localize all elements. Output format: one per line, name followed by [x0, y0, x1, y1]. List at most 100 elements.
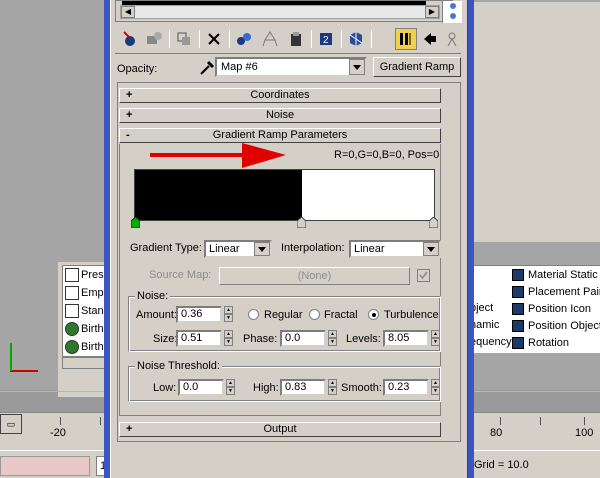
list-item[interactable]: equency	[470, 336, 512, 353]
interpolation-label: Interpolation:	[281, 242, 345, 254]
noise-rollout[interactable]: + Noise	[119, 108, 441, 123]
map-name-field[interactable]: Map #6	[215, 57, 367, 77]
assign-to-selection-button[interactable]	[173, 28, 195, 50]
go-to-parent-icon	[400, 33, 411, 45]
spin-up-icon[interactable]: ▲	[224, 306, 233, 314]
get-material-icon	[123, 31, 135, 46]
go-forward-button[interactable]	[419, 28, 441, 50]
smooth-field[interactable]: 0.23	[383, 379, 429, 396]
fractal-radio[interactable]	[309, 309, 320, 320]
x-axis-gizmo	[10, 370, 38, 372]
smooth-label: Smooth:	[341, 382, 382, 394]
spin-down-icon[interactable]: ▼	[328, 387, 337, 395]
spin-down-icon[interactable]: ▼	[224, 314, 233, 322]
expand-icon: +	[126, 423, 133, 435]
go-forward-icon	[424, 33, 436, 45]
low-field[interactable]: 0.0	[178, 379, 224, 396]
list-item[interactable]: Prese	[65, 266, 109, 284]
show-end-result-button[interactable]	[345, 28, 367, 50]
source-map-checkbox[interactable]	[417, 269, 430, 282]
expand-icon: +	[126, 89, 133, 101]
high-spinner[interactable]: ▲ ▼	[328, 379, 337, 396]
list-scrollbar[interactable]	[62, 357, 108, 369]
list-item[interactable]: Placement Paint	[512, 283, 600, 300]
scroll-right-icon[interactable]: ▶	[425, 6, 439, 18]
list-item[interactable]: Birth	[65, 320, 109, 338]
gradient-type-dropdown[interactable]: Linear	[204, 240, 272, 258]
sample-type-icon[interactable]	[446, 1, 460, 23]
high-field[interactable]: 0.83	[280, 379, 326, 396]
toolbar-separator	[199, 30, 200, 48]
source-map-button[interactable]: (None)	[219, 267, 410, 285]
list-item-label: Rotation	[528, 336, 569, 349]
coordinates-rollout[interactable]: + Coordinates	[119, 88, 441, 103]
low-spinner[interactable]: ▲ ▼	[226, 379, 235, 396]
sample-slot-scrollbar[interactable]: ◀ ▶	[120, 5, 440, 19]
checker-cube-icon	[349, 32, 363, 46]
make-unique-button[interactable]	[233, 28, 255, 50]
phase-field[interactable]: 0.0	[280, 330, 326, 347]
flag-start-icon[interactable]	[131, 217, 140, 228]
document-icon	[65, 304, 79, 318]
gradient-type-label: Gradient Type:	[130, 242, 202, 254]
rollout-title: Coordinates	[250, 89, 310, 101]
turbulence-radio[interactable]	[368, 309, 379, 320]
chevron-down-icon[interactable]	[254, 242, 270, 256]
list-item[interactable]: Position Object	[512, 317, 600, 334]
spin-down-icon[interactable]: ▼	[328, 338, 337, 346]
spin-up-icon[interactable]: ▲	[328, 379, 337, 387]
put-to-scene-button[interactable]	[143, 28, 165, 50]
levels-field[interactable]: 8.05	[383, 330, 429, 347]
output-rollout[interactable]: + Output	[119, 422, 441, 437]
show-map-button[interactable]: 2	[315, 28, 337, 50]
spin-down-icon[interactable]: ▼	[431, 387, 440, 395]
go-to-parent-button[interactable]	[395, 28, 417, 50]
get-material-button[interactable]	[119, 28, 141, 50]
document-icon	[65, 268, 79, 282]
amount-spinner[interactable]: ▲ ▼	[224, 306, 233, 323]
collapse-icon: -	[126, 129, 130, 141]
spin-up-icon[interactable]: ▲	[431, 379, 440, 387]
spin-down-icon[interactable]: ▼	[224, 338, 233, 346]
list-item[interactable]: Emp	[65, 284, 109, 302]
chevron-down-icon[interactable]	[423, 242, 439, 256]
map-type-button[interactable]: Gradient Ramp	[373, 57, 461, 77]
list-item[interactable]: Material Static	[512, 266, 598, 283]
list-item[interactable]: namic	[470, 319, 499, 336]
reset-map-button[interactable]	[203, 28, 225, 50]
flag-mid-icon[interactable]	[297, 217, 306, 228]
eyedropper-icon[interactable]	[197, 58, 217, 78]
list-item[interactable]: Position Icon	[512, 300, 591, 317]
toolbar-separator	[311, 30, 312, 48]
high-label: High:	[253, 382, 279, 394]
gradient-ramp[interactable]	[134, 169, 435, 221]
select-by-material-button[interactable]	[441, 28, 463, 50]
spin-up-icon[interactable]: ▲	[226, 379, 235, 387]
spin-down-icon[interactable]: ▼	[226, 387, 235, 395]
phase-spinner[interactable]: ▲ ▼	[328, 330, 337, 347]
document-icon	[65, 286, 79, 300]
maxscript-listener[interactable]	[0, 456, 90, 476]
spin-up-icon[interactable]: ▲	[328, 330, 337, 338]
amount-field[interactable]: 0.36	[176, 306, 222, 323]
show-map-icon: 2	[320, 33, 332, 46]
regular-radio[interactable]	[248, 309, 259, 320]
spin-down-icon[interactable]: ▼	[431, 338, 440, 346]
smooth-spinner[interactable]: ▲ ▼	[431, 379, 440, 396]
list-item[interactable]: Rotation	[512, 334, 569, 351]
list-item[interactable]: Birth	[65, 338, 109, 356]
list-item[interactable]: Stan	[65, 302, 109, 320]
size-spinner[interactable]: ▲ ▼	[224, 330, 233, 347]
material-editor-window: ◀ ▶ 2 Opacity: Map #6 Gradient Ramp + Co…	[110, 0, 468, 478]
scroll-left-icon[interactable]: ◀	[121, 6, 135, 18]
interpolation-dropdown[interactable]: Linear	[349, 240, 441, 258]
material-library-button[interactable]	[259, 28, 281, 50]
chevron-down-icon[interactable]	[349, 59, 365, 75]
size-field[interactable]: 0.51	[176, 330, 222, 347]
levels-spinner[interactable]: ▲ ▼	[431, 330, 440, 347]
key-filter-button[interactable]: ▭	[0, 414, 22, 434]
spin-up-icon[interactable]: ▲	[431, 330, 440, 338]
spin-up-icon[interactable]: ▲	[224, 330, 233, 338]
material-effects-button[interactable]	[285, 28, 307, 50]
flag-end-icon[interactable]	[429, 217, 438, 228]
